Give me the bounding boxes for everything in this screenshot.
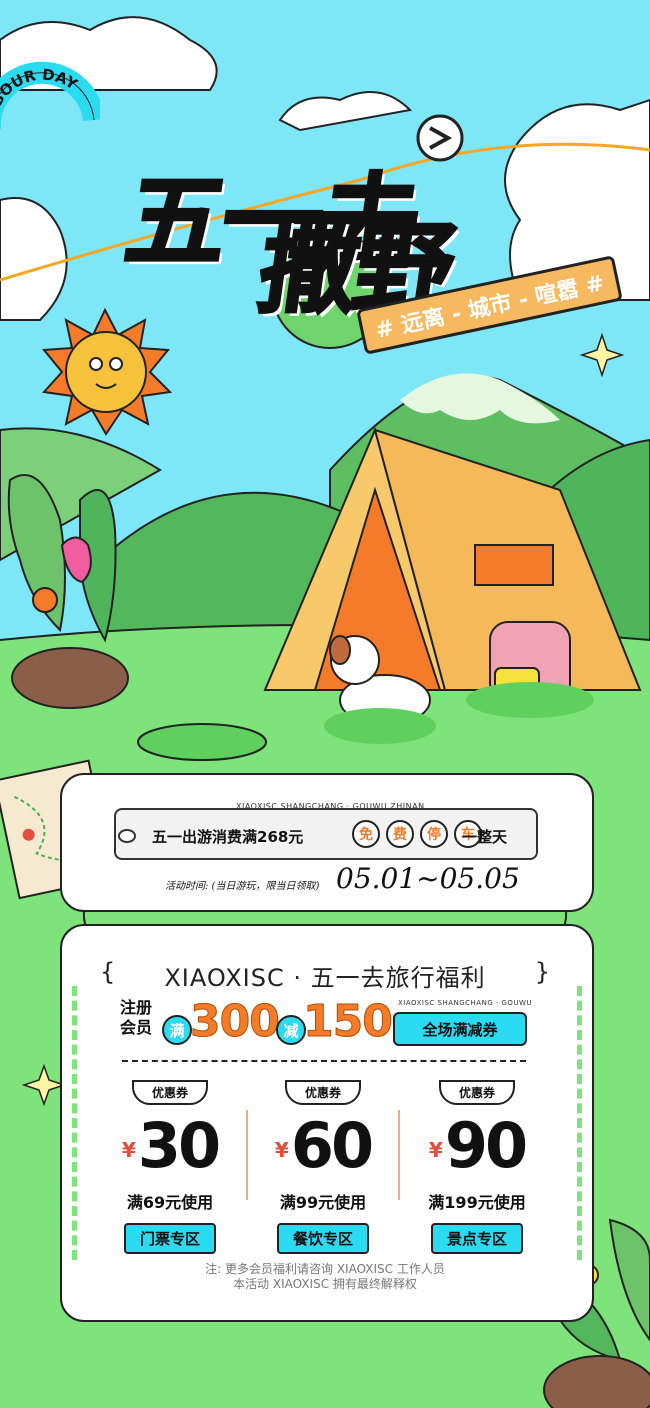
yen-symbol: ¥ (121, 1137, 136, 1162)
zone-button-tickets[interactable]: 门票专区 (123, 1222, 216, 1254)
reg-line-2: 会员 (120, 1018, 153, 1037)
coupon-tag: 优惠券 (284, 1080, 361, 1105)
coupon-value: ¥60 (258, 1113, 388, 1183)
coupon-tag: 优惠券 (131, 1080, 208, 1105)
coupon-condition: 满69元使用 (126, 1192, 214, 1212)
man-badge: 满 (162, 1015, 192, 1045)
free-char: 免 (352, 820, 380, 848)
dashed-border-right (577, 986, 582, 1260)
dashed-divider (122, 1060, 526, 1062)
benefits-heading: { XIAOXISC · 五一去旅行福利 } (100, 958, 550, 993)
coupon-tag: 优惠券 (438, 1080, 515, 1105)
heading-brace-open: { (100, 958, 116, 986)
heading-brace-close: } (534, 958, 550, 986)
benefits-caption: XIAOXISC SHANGCHANG · GOUWU (398, 999, 533, 1007)
zone-button-attractions[interactable]: 景点专区 (430, 1222, 523, 1254)
coupon-90[interactable]: 优惠券 ¥90 满199元使用 景点专区 (412, 1080, 542, 1254)
coupon-amount: 30 (137, 1109, 221, 1182)
free-char: 停 (420, 820, 448, 848)
activity-label: 活动时间: (当日游玩，限当日领取) (165, 881, 320, 892)
tag-hole-icon (118, 829, 136, 843)
jian-badge: 减 (276, 1015, 306, 1045)
dashed-border-left (72, 986, 77, 1260)
promo-right-text: 一整天 (462, 828, 508, 846)
zone-button-dining[interactable]: 餐饮专区 (276, 1222, 369, 1254)
promo-left-text: 五一出游消费满268元 (152, 828, 304, 846)
coupon-condition: 满199元使用 (428, 1192, 526, 1212)
free-char: 费 (386, 820, 414, 848)
coupon-amount: 60 (290, 1109, 374, 1182)
heading-text: XIAOXISC · 五一去旅行福利 (164, 964, 486, 992)
amount-off: 150 (303, 996, 394, 1048)
poster: LABOUR DAY 五一去 撒野 # 远离 - 城市 - 喧嚣 # XIAOX… (0, 0, 650, 1408)
footnote-line-2: 本活动 XIAOXISC 拥有最终解释权 (233, 1277, 417, 1291)
coupon-amount: 90 (444, 1109, 528, 1182)
coupon-separator (246, 1110, 248, 1200)
yen-symbol: ¥ (274, 1137, 289, 1162)
labour-day-badge: LABOUR DAY (0, 61, 100, 130)
amount-full: 300 (190, 996, 281, 1048)
footnote-line-1: 注: 更多会员福利请咨询 XIAOXISC 工作人员 (205, 1262, 445, 1276)
coupon-30[interactable]: 优惠券 ¥30 满69元使用 门票专区 (105, 1080, 235, 1254)
coupon-condition: 满99元使用 (279, 1192, 367, 1212)
coupon-separator (398, 1110, 400, 1200)
coupon-value: ¥90 (412, 1113, 542, 1183)
coupon-60[interactable]: 优惠券 ¥60 满99元使用 餐饮专区 (258, 1080, 388, 1254)
activity-dates: 05.01~05.05 (336, 862, 520, 895)
full-reduction-tag: 全场满减券 (393, 1012, 527, 1046)
yen-symbol: ¥ (428, 1137, 443, 1162)
coupon-value: ¥30 (105, 1113, 235, 1183)
reg-line-1: 注册 (120, 998, 153, 1017)
register-member-label: 注册 会员 (120, 998, 160, 1038)
footnote: 注: 更多会员福利请咨询 XIAOXISC 工作人员 本活动 XIAOXISC … (140, 1262, 510, 1292)
